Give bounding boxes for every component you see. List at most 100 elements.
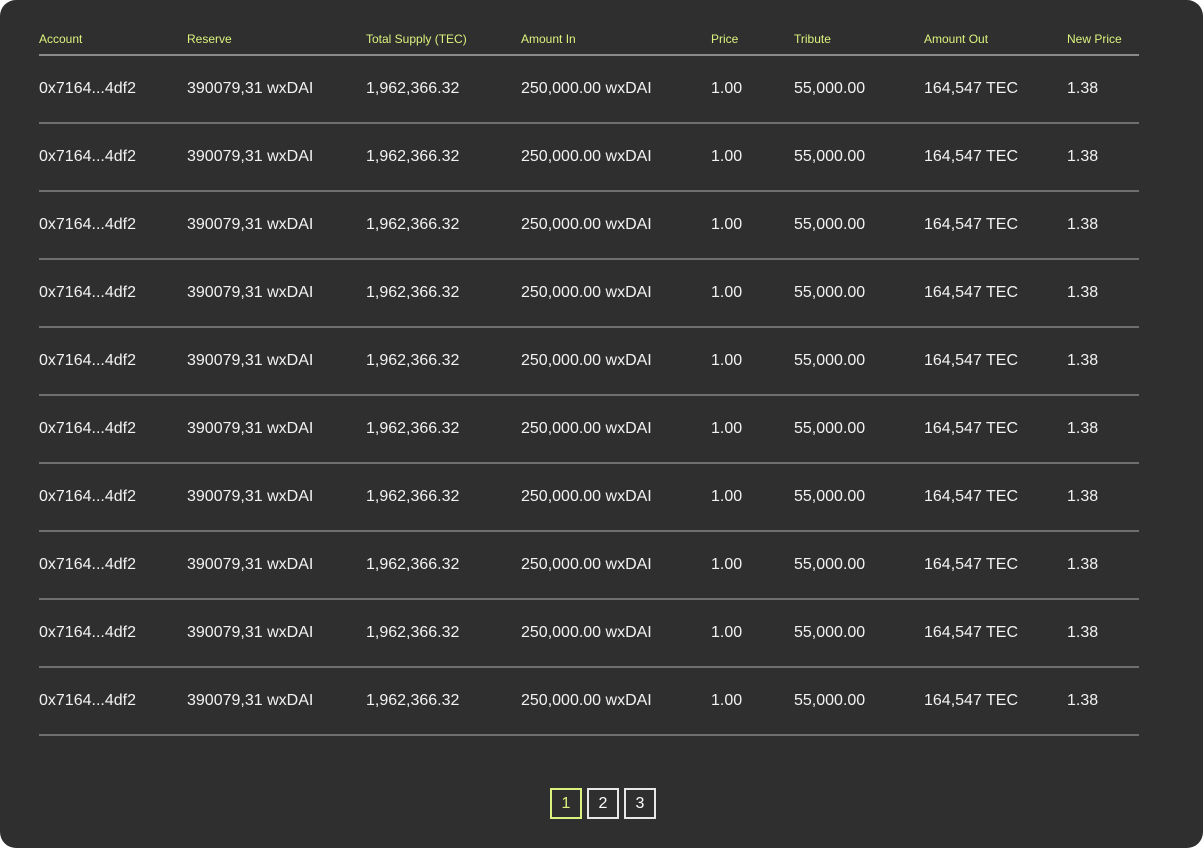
table-row: 0x7164...4df2 390079,31 wxDAI 1,962,366.32… xyxy=(39,396,1139,464)
table-row: 0x7164...4df2 390079,31 wxDAI 1,962,366.32… xyxy=(39,192,1139,260)
cell-tribute: 55,000.00 xyxy=(794,556,866,573)
cell-tribute: 55,000.00 xyxy=(794,624,866,641)
transactions-table: Account Reserve Total Supply (TEC) Amoun… xyxy=(39,24,1139,736)
table-row: 0x7164...4df2 390079,31 wxDAI 1,962,366.32… xyxy=(39,56,1139,124)
column-header-amount-out: Amount Out xyxy=(924,32,989,46)
cell-new-price: 1.38 xyxy=(1067,556,1099,573)
cell-tribute: 55,000.00 xyxy=(794,352,866,369)
page-button-3[interactable]: 3 xyxy=(624,788,656,819)
cell-account[interactable]: 0x7164...4df2 xyxy=(39,556,136,574)
table-row: 0x7164...4df2 390079,31 wxDAI 1,962,366.32… xyxy=(39,260,1139,328)
cell-amount-in: 250,000.00 wxDAI xyxy=(521,488,652,505)
cell-tribute: 55,000.00 xyxy=(794,216,866,233)
cell-amount-out: 164,547 TEC xyxy=(924,80,1018,97)
cell-reserve: 390079,31 wxDAI xyxy=(187,216,314,233)
page-button-1[interactable]: 1 xyxy=(550,788,582,819)
cell-amount-in: 250,000.00 wxDAI xyxy=(521,352,652,369)
column-header-account: Account xyxy=(39,32,83,46)
cell-total-supply: 1,962,366.32 xyxy=(366,352,460,369)
cell-price: 1.00 xyxy=(711,420,743,437)
cell-total-supply: 1,962,366.32 xyxy=(366,488,460,505)
table-row: 0x7164...4df2 390079,31 wxDAI 1,962,366.32… xyxy=(39,532,1139,600)
column-header-reserve: Reserve xyxy=(187,32,232,46)
cell-amount-in: 250,000.00 wxDAI xyxy=(521,420,652,437)
table-body: 0x7164...4df2 390079,31 wxDAI 1,962,366.32… xyxy=(39,56,1139,736)
cell-tribute: 55,000.00 xyxy=(794,420,866,437)
cell-total-supply: 1,962,366.32 xyxy=(366,80,460,97)
cell-new-price: 1.38 xyxy=(1067,692,1099,709)
cell-new-price: 1.38 xyxy=(1067,80,1099,97)
cell-account[interactable]: 0x7164...4df2 xyxy=(39,352,136,370)
cell-total-supply: 1,962,366.32 xyxy=(366,420,460,437)
table-header: Account Reserve Total Supply (TEC) Amoun… xyxy=(39,24,1139,56)
cell-amount-in: 250,000.00 wxDAI xyxy=(521,216,652,233)
table-row: 0x7164...4df2 390079,31 wxDAI 1,962,366.32… xyxy=(39,124,1139,192)
cell-amount-out: 164,547 TEC xyxy=(924,148,1018,165)
cell-reserve: 390079,31 wxDAI xyxy=(187,420,314,437)
cell-new-price: 1.38 xyxy=(1067,488,1099,505)
table-row: 0x7164...4df2 390079,31 wxDAI 1,962,366.32… xyxy=(39,328,1139,396)
cell-amount-out: 164,547 TEC xyxy=(924,420,1018,437)
cell-amount-in: 250,000.00 wxDAI xyxy=(521,284,652,301)
cell-reserve: 390079,31 wxDAI xyxy=(187,692,314,709)
cell-reserve: 390079,31 wxDAI xyxy=(187,284,314,301)
column-header-price: Price xyxy=(711,32,739,46)
cell-new-price: 1.38 xyxy=(1067,284,1099,301)
cell-reserve: 390079,31 wxDAI xyxy=(187,148,314,165)
cell-account[interactable]: 0x7164...4df2 xyxy=(39,420,136,438)
page-button-2[interactable]: 2 xyxy=(587,788,619,819)
cell-new-price: 1.38 xyxy=(1067,420,1099,437)
cell-account[interactable]: 0x7164...4df2 xyxy=(39,284,136,302)
cell-amount-out: 164,547 TEC xyxy=(924,216,1018,233)
cell-new-price: 1.38 xyxy=(1067,148,1099,165)
cell-new-price: 1.38 xyxy=(1067,624,1099,641)
cell-tribute: 55,000.00 xyxy=(794,692,866,709)
table-row: 0x7164...4df2 390079,31 wxDAI 1,962,366.32… xyxy=(39,668,1139,736)
cell-amount-in: 250,000.00 wxDAI xyxy=(521,692,652,709)
cell-amount-in: 250,000.00 wxDAI xyxy=(521,148,652,165)
cell-price: 1.00 xyxy=(711,624,743,641)
cell-tribute: 55,000.00 xyxy=(794,148,866,165)
cell-total-supply: 1,962,366.32 xyxy=(366,284,460,301)
cell-price: 1.00 xyxy=(711,488,743,505)
cell-account[interactable]: 0x7164...4df2 xyxy=(39,216,136,234)
cell-account[interactable]: 0x7164...4df2 xyxy=(39,692,136,710)
cell-reserve: 390079,31 wxDAI xyxy=(187,352,314,369)
column-header-amount-in: Amount In xyxy=(521,32,576,46)
cell-price: 1.00 xyxy=(711,352,743,369)
cell-tribute: 55,000.00 xyxy=(794,80,866,97)
cell-tribute: 55,000.00 xyxy=(794,284,866,301)
transactions-panel: Account Reserve Total Supply (TEC) Amoun… xyxy=(0,0,1203,848)
pagination: 123 xyxy=(550,788,656,819)
cell-reserve: 390079,31 wxDAI xyxy=(187,556,314,573)
cell-amount-in: 250,000.00 wxDAI xyxy=(521,80,652,97)
column-header-new-price: New Price xyxy=(1067,32,1122,46)
cell-amount-in: 250,000.00 wxDAI xyxy=(521,624,652,641)
table-row: 0x7164...4df2 390079,31 wxDAI 1,962,366.32… xyxy=(39,464,1139,532)
cell-total-supply: 1,962,366.32 xyxy=(366,148,460,165)
cell-price: 1.00 xyxy=(711,148,743,165)
cell-amount-out: 164,547 TEC xyxy=(924,556,1018,573)
cell-total-supply: 1,962,366.32 xyxy=(366,556,460,573)
table-row: 0x7164...4df2 390079,31 wxDAI 1,962,366.32… xyxy=(39,600,1139,668)
cell-reserve: 390079,31 wxDAI xyxy=(187,80,314,97)
cell-amount-out: 164,547 TEC xyxy=(924,352,1018,369)
cell-account[interactable]: 0x7164...4df2 xyxy=(39,148,136,166)
cell-account[interactable]: 0x7164...4df2 xyxy=(39,80,136,98)
cell-account[interactable]: 0x7164...4df2 xyxy=(39,624,136,642)
cell-reserve: 390079,31 wxDAI xyxy=(187,488,314,505)
cell-amount-out: 164,547 TEC xyxy=(924,692,1018,709)
cell-reserve: 390079,31 wxDAI xyxy=(187,624,314,641)
cell-total-supply: 1,962,366.32 xyxy=(366,216,460,233)
cell-amount-out: 164,547 TEC xyxy=(924,284,1018,301)
cell-price: 1.00 xyxy=(711,80,743,97)
cell-total-supply: 1,962,366.32 xyxy=(366,624,460,641)
cell-price: 1.00 xyxy=(711,216,743,233)
cell-amount-out: 164,547 TEC xyxy=(924,624,1018,641)
cell-amount-in: 250,000.00 wxDAI xyxy=(521,556,652,573)
cell-price: 1.00 xyxy=(711,692,743,709)
cell-total-supply: 1,962,366.32 xyxy=(366,692,460,709)
cell-account[interactable]: 0x7164...4df2 xyxy=(39,488,136,506)
cell-tribute: 55,000.00 xyxy=(794,488,866,505)
column-header-tribute: Tribute xyxy=(794,32,831,46)
